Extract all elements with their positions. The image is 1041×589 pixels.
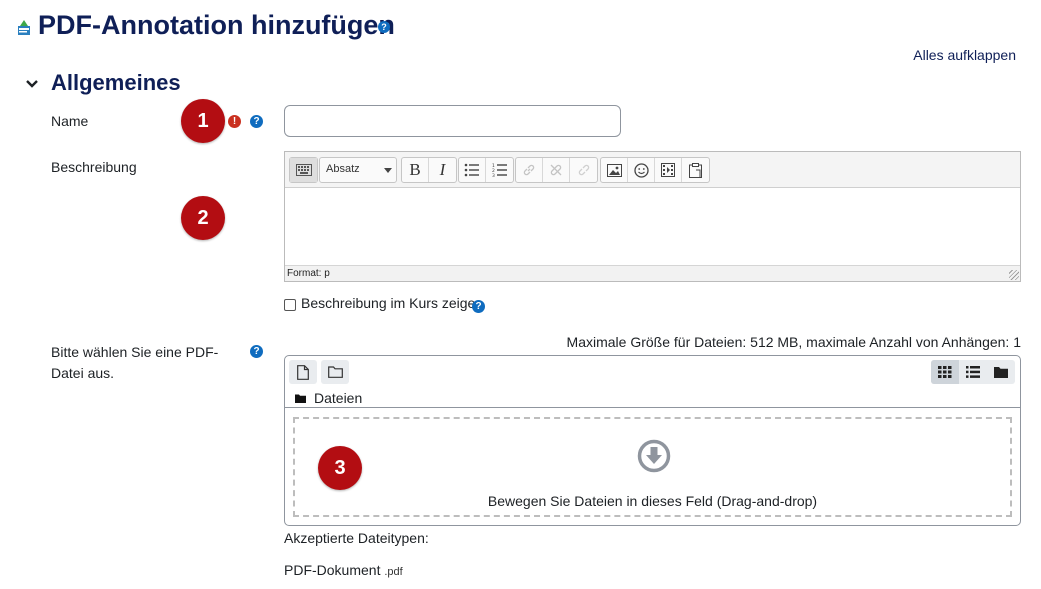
name-help-icon[interactable]: ?	[250, 115, 263, 128]
toolbar-group-style: B I	[401, 157, 457, 183]
view-switcher	[931, 360, 1015, 384]
paste-icon[interactable]	[682, 158, 709, 182]
callout-1: 1	[181, 99, 225, 143]
bold-icon[interactable]: B	[402, 158, 429, 182]
link-icon[interactable]	[516, 158, 543, 182]
resize-handle-icon[interactable]	[1009, 270, 1019, 280]
toolbar-group-insert	[600, 157, 710, 183]
file-manager-divider	[285, 407, 1020, 408]
bullet-list-icon[interactable]	[459, 158, 486, 182]
callout-3: 3	[318, 446, 362, 490]
required-icon: !	[228, 115, 241, 128]
media-icon[interactable]	[655, 158, 682, 182]
editor-status-path: Format: p	[287, 268, 330, 279]
download-arrow-icon	[637, 439, 671, 473]
file-manager: Dateien Bewegen Sie Dateien in dieses Fe…	[284, 355, 1021, 526]
description-editor: Absatz B I 123 Format: p	[284, 151, 1021, 282]
numbered-list-icon[interactable]: 123	[486, 158, 513, 182]
breadcrumb: Dateien	[295, 390, 362, 406]
show-in-course-help-icon[interactable]: ?	[472, 300, 485, 313]
callout-2: 2	[181, 196, 225, 240]
folder-icon	[295, 394, 306, 403]
image-icon[interactable]	[601, 158, 628, 182]
chevron-down-icon	[384, 168, 392, 173]
toolbar-group-links	[515, 157, 598, 183]
show-in-course-label[interactable]: Beschreibung im Kurs zeigen	[301, 295, 483, 311]
title-help-icon[interactable]: ?	[378, 21, 390, 33]
svg-text:3: 3	[492, 173, 495, 177]
accepted-filetype: PDF-Dokument .pdf	[284, 562, 403, 578]
toolbar-group-lists: 123	[458, 157, 514, 183]
pdf-file-label: Bitte wählen Sie eine PDF-Datei aus.	[51, 344, 219, 381]
unlink-icon[interactable]	[543, 158, 570, 182]
italic-icon[interactable]: I	[429, 158, 456, 182]
file-dropzone[interactable]: Bewegen Sie Dateien in dieses Feld (Drag…	[293, 417, 1012, 517]
add-file-icon[interactable]	[289, 360, 317, 384]
section-title[interactable]: Allgemeines	[51, 70, 181, 96]
filetype-extension: .pdf	[384, 566, 403, 578]
pdf-file-help-icon[interactable]: ?	[250, 345, 263, 358]
breadcrumb-root[interactable]: Dateien	[314, 390, 362, 406]
description-label: Beschreibung	[51, 159, 137, 175]
grid-view-icon[interactable]	[931, 360, 959, 384]
paragraph-format-value: Absatz	[326, 163, 360, 175]
keyboard-icon[interactable]	[290, 158, 317, 182]
show-in-course-checkbox[interactable]	[284, 299, 296, 311]
tree-view-icon[interactable]	[987, 360, 1015, 384]
editor-content-area[interactable]	[285, 188, 1020, 265]
accepted-types-label: Akzeptierte Dateitypen:	[284, 530, 429, 546]
dropzone-instructions: Bewegen Sie Dateien in dieses Feld (Drag…	[487, 493, 818, 509]
name-label: Name	[51, 113, 89, 129]
max-file-size-info: Maximale Größe für Dateien: 512 MB, maxi…	[566, 334, 1021, 350]
paragraph-format-select[interactable]: Absatz	[319, 157, 397, 183]
editor-toolbar: Absatz B I 123	[285, 152, 1020, 188]
anchor-icon[interactable]	[570, 158, 597, 182]
editor-status-bar: Format: p	[285, 265, 1020, 281]
expand-all-link[interactable]: Alles aufklappen	[913, 47, 1016, 63]
activity-icon	[18, 20, 30, 35]
list-view-icon[interactable]	[959, 360, 987, 384]
chevron-down-icon[interactable]	[25, 77, 39, 91]
toolbar-group-toggle	[289, 157, 318, 183]
filetype-name: PDF-Dokument	[284, 562, 381, 578]
create-folder-icon[interactable]	[321, 360, 349, 384]
page-title: PDF-Annotation hinzufügen	[38, 10, 395, 40]
emoji-icon[interactable]	[628, 158, 655, 182]
name-input[interactable]	[284, 105, 621, 137]
